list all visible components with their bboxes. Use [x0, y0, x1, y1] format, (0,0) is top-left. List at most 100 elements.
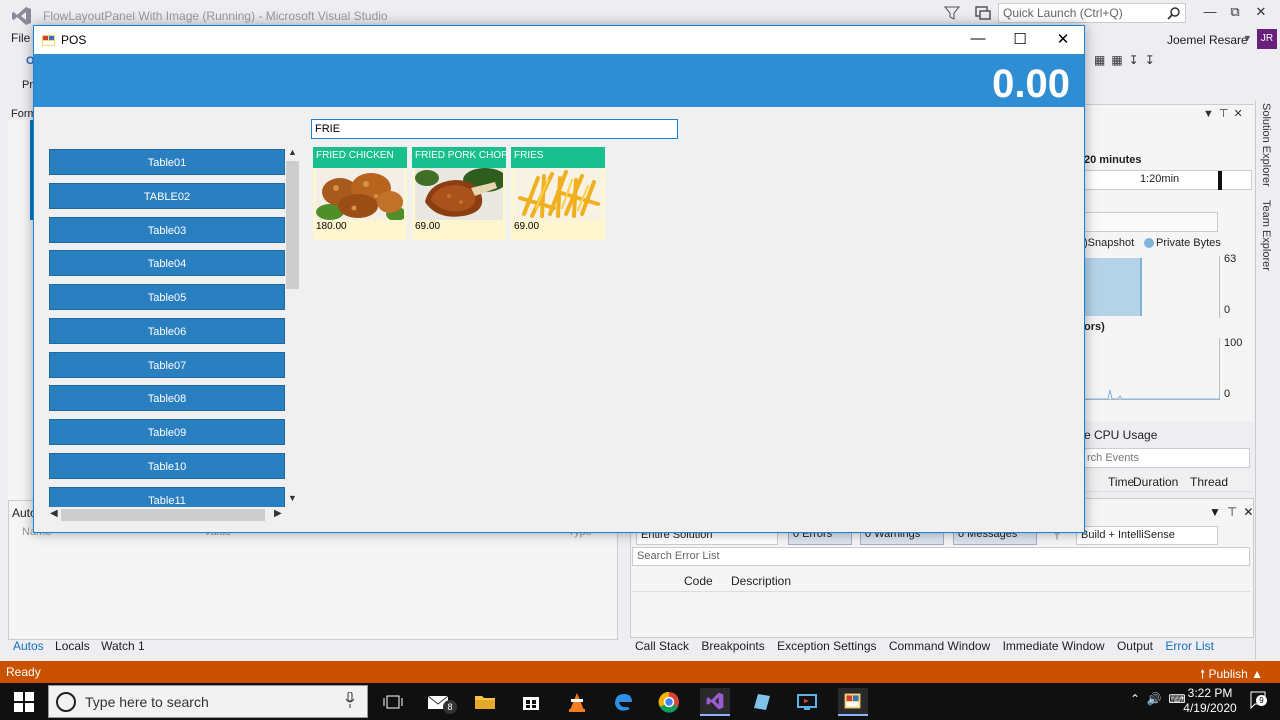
tables-vertical-scrollbar[interactable]: ▲ ▼ — [285, 147, 301, 510]
avatar[interactable]: JR — [1257, 29, 1277, 49]
pos-titlebar[interactable]: POS — ☐ ✕ — [34, 26, 1084, 54]
legend-dot — [1144, 238, 1154, 248]
publish-label: Publish — [1208, 667, 1248, 681]
clock-time: 3:22 PM — [1187, 686, 1233, 700]
action-center-icon[interactable]: 9 — [1250, 691, 1267, 710]
tab-command-window[interactable]: Command Window — [889, 639, 990, 653]
task-view-icon[interactable] — [378, 688, 408, 716]
menu-file[interactable]: File — [11, 31, 30, 45]
table-button-09[interactable]: Table09 — [49, 419, 285, 445]
product-name: FRIED CHICKEN — [313, 147, 407, 168]
table-button-07[interactable]: Table07 — [49, 352, 285, 378]
windows-start-icon[interactable] — [14, 692, 34, 712]
cpu-chart-line — [1084, 389, 1220, 400]
table-button-02[interactable]: TABLE02 — [49, 183, 285, 209]
table-button-11[interactable]: Table11 — [49, 487, 285, 508]
system-tray-icons[interactable]: ⌃ 🔊 ⌨ — [1130, 692, 1186, 706]
mail-app-icon[interactable]: 8 — [425, 688, 457, 716]
visual-studio-logo-icon — [12, 7, 31, 25]
table-button-03[interactable]: Table03 — [49, 217, 285, 243]
visual-studio-taskbar-icon[interactable] — [700, 688, 730, 716]
table-button-06[interactable]: Table06 — [49, 318, 285, 344]
chrome-icon[interactable] — [654, 688, 684, 716]
vlc-icon[interactable] — [562, 688, 592, 716]
tab-immediate-window[interactable]: Immediate Window — [1003, 639, 1105, 653]
vs-maximize-button[interactable]: ⧉ — [1225, 4, 1245, 22]
scroll-down-icon[interactable]: ▼ — [288, 493, 297, 503]
product-card-fried-pork-chop[interactable]: FRIED PORK CHOP 69.00 — [412, 147, 506, 240]
pos-window: POS — ☐ ✕ 0.00 Table01 TABLE02 Table03 T… — [33, 25, 1085, 533]
table-button-08[interactable]: Table08 — [49, 385, 285, 411]
table-button-05[interactable]: Table05 — [49, 284, 285, 310]
tab-autos[interactable]: Autos — [13, 639, 44, 653]
col-duration[interactable]: Duration — [1133, 475, 1178, 489]
vs-close-button[interactable]: ✕ — [1251, 4, 1271, 22]
mail-badge: 8 — [443, 700, 457, 714]
scroll-left-icon[interactable]: ◀ — [50, 508, 58, 519]
pos-window-title: POS — [61, 33, 87, 47]
tab-output[interactable]: Output — [1117, 639, 1153, 653]
cpu-chart — [1084, 338, 1220, 400]
tab-exception-settings[interactable]: Exception Settings — [777, 639, 876, 653]
table-button-04[interactable]: Table04 — [49, 250, 285, 276]
tab-breakpoints[interactable]: Breakpoints — [701, 639, 764, 653]
search-events-input[interactable]: rch Events — [1084, 448, 1250, 468]
pos-app-taskbar-icon[interactable] — [838, 688, 868, 716]
pos-minimize-button[interactable]: — — [964, 30, 992, 50]
tab-call-stack[interactable]: Call Stack — [635, 639, 689, 653]
tab-locals[interactable]: Locals — [55, 639, 90, 653]
col-code[interactable]: Code — [684, 574, 713, 588]
tab-watch-1[interactable]: Watch 1 — [101, 639, 145, 653]
notification-count: 9 — [1256, 695, 1267, 706]
tab-solution-explorer[interactable]: Solution Explorer — [1260, 103, 1272, 187]
notepad-icon[interactable] — [746, 688, 776, 716]
cpu-chart-ymax: 100 — [1224, 337, 1243, 349]
memory-chart-area — [1084, 258, 1142, 316]
bottom-right-tab-strip: Call Stack Breakpoints Exception Setting… — [635, 639, 1223, 653]
tables-horizontal-scrollbar[interactable]: ◀ ▶ — [47, 507, 287, 523]
file-explorer-icon[interactable] — [470, 688, 500, 716]
toolbar-icons[interactable]: ▦▦↧↧ — [1094, 53, 1161, 67]
pos-maximize-button[interactable]: ☐ — [1006, 30, 1034, 50]
timeline-label: 1:20min — [1140, 173, 1180, 185]
col-description[interactable]: Description — [731, 574, 791, 588]
vs-minimize-button[interactable]: — — [1200, 4, 1220, 22]
tab-error-list[interactable]: Error List — [1165, 639, 1214, 653]
chevron-down-icon[interactable]: ▼ — [1243, 33, 1252, 43]
tables-flow-panel[interactable]: Table01 TABLE02 Table03 Table04 Table05 … — [49, 149, 285, 508]
table-button-01[interactable]: Table01 — [49, 149, 285, 175]
build-source-dropdown[interactable]: Build + IntelliSense — [1076, 526, 1218, 545]
tab-team-explorer[interactable]: Team Explorer — [1260, 200, 1272, 271]
panel-header-icons[interactable]: ▼⊤✕ — [1203, 107, 1248, 120]
user-name[interactable]: Joemel Resare — [1167, 33, 1248, 47]
timeline-cursor[interactable] — [1218, 171, 1222, 190]
store-icon[interactable] — [516, 688, 546, 716]
events-table-header: Time Duration Thread — [1084, 472, 1252, 492]
feedback-icon[interactable] — [974, 5, 992, 21]
scroll-up-icon[interactable]: ▲ — [288, 147, 297, 157]
remote-desktop-icon[interactable] — [792, 688, 822, 716]
taskbar-clock[interactable]: 3:22 PM 4/19/2020 — [1180, 686, 1240, 716]
fried-chicken-image — [316, 168, 404, 220]
microphone-icon[interactable] — [345, 692, 355, 708]
filter-icon[interactable] — [944, 5, 960, 21]
col-thread[interactable]: Thread — [1190, 475, 1228, 489]
hscroll-thumb[interactable] — [61, 509, 265, 521]
scroll-thumb[interactable] — [286, 161, 299, 289]
pos-close-button[interactable]: ✕ — [1049, 30, 1077, 50]
quick-launch-input[interactable]: Quick Launch (Ctrl+Q) — [998, 3, 1186, 23]
scroll-right-icon[interactable]: ▶ — [274, 508, 282, 519]
product-card-fries[interactable]: FRIES 69.00 — [511, 147, 605, 240]
autos-tab-strip: Autos Locals Watch 1 — [13, 639, 153, 653]
product-name: FRIES — [511, 147, 605, 168]
table-button-10[interactable]: Table10 — [49, 453, 285, 479]
form-icon — [42, 35, 55, 46]
product-search-input[interactable] — [311, 119, 678, 139]
tab-cpu-usage[interactable]: e CPU Usage — [1084, 428, 1157, 442]
edge-icon[interactable] — [608, 688, 638, 716]
search-error-list-input[interactable]: Search Error List — [632, 547, 1250, 566]
status-ready: Ready — [6, 665, 41, 679]
panel-header-icons-2[interactable]: ▼⊤✕ — [1209, 505, 1259, 519]
col-time[interactable]: Time — [1108, 475, 1134, 489]
product-card-fried-chicken[interactable]: FRIED CHICKEN 180.00 — [313, 147, 407, 240]
